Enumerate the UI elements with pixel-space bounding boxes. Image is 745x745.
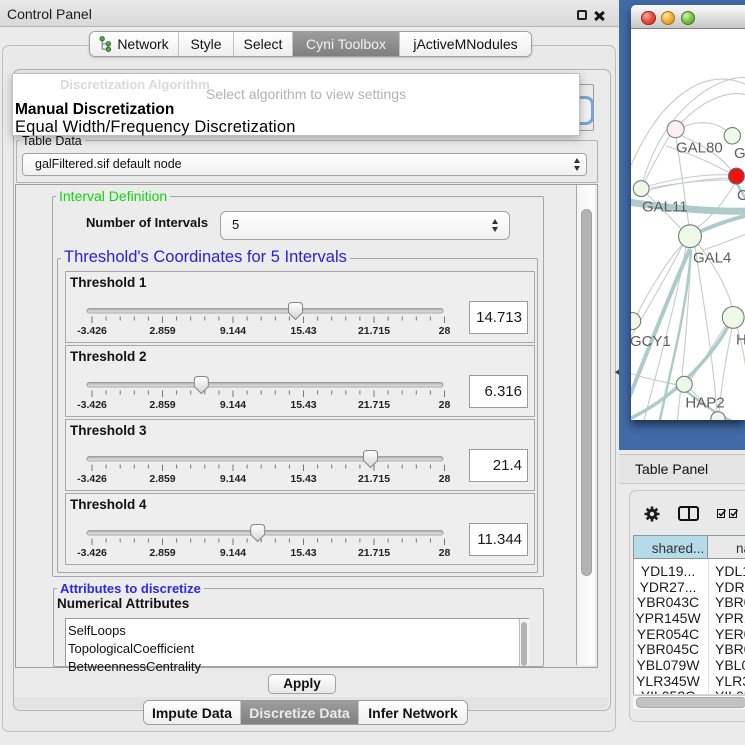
svg-text:9.144: 9.144 [220, 547, 246, 559]
svg-text:21.715: 21.715 [358, 325, 390, 337]
svg-text:28: 28 [439, 325, 451, 337]
svg-text:28: 28 [439, 473, 451, 485]
svg-text:9.144: 9.144 [220, 399, 246, 411]
svg-text:2.859: 2.859 [149, 547, 175, 559]
svg-text:C: C [737, 187, 745, 204]
svg-text:-3.426: -3.426 [77, 325, 107, 337]
svg-text:GAL80: GAL80 [676, 140, 723, 157]
svg-text:28: 28 [439, 399, 451, 411]
svg-text:15.43: 15.43 [290, 399, 316, 411]
svg-text:HAP2: HAP2 [685, 395, 724, 412]
svg-text:9.144: 9.144 [220, 325, 246, 337]
svg-text:15.43: 15.43 [290, 325, 316, 337]
svg-text:-3.426: -3.426 [77, 399, 107, 411]
svg-text:21.715: 21.715 [358, 399, 390, 411]
svg-text:21.715: 21.715 [358, 473, 390, 485]
svg-text:GCY1: GCY1 [631, 333, 671, 350]
svg-text:GAL11: GAL11 [642, 199, 688, 216]
svg-text:H: H [736, 332, 745, 349]
svg-text:21.715: 21.715 [358, 547, 390, 559]
svg-text:-3.426: -3.426 [77, 473, 107, 485]
svg-text:15.43: 15.43 [290, 547, 316, 559]
svg-text:2.859: 2.859 [149, 325, 175, 337]
svg-text:2.859: 2.859 [149, 399, 175, 411]
svg-text:28: 28 [439, 547, 451, 559]
svg-text:-3.426: -3.426 [77, 547, 107, 559]
svg-text:15.43: 15.43 [290, 473, 316, 485]
svg-text:GAL4: GAL4 [693, 250, 731, 267]
svg-text:2.859: 2.859 [149, 473, 175, 485]
svg-text:GA: GA [734, 145, 745, 162]
svg-text:9.144: 9.144 [220, 473, 246, 485]
